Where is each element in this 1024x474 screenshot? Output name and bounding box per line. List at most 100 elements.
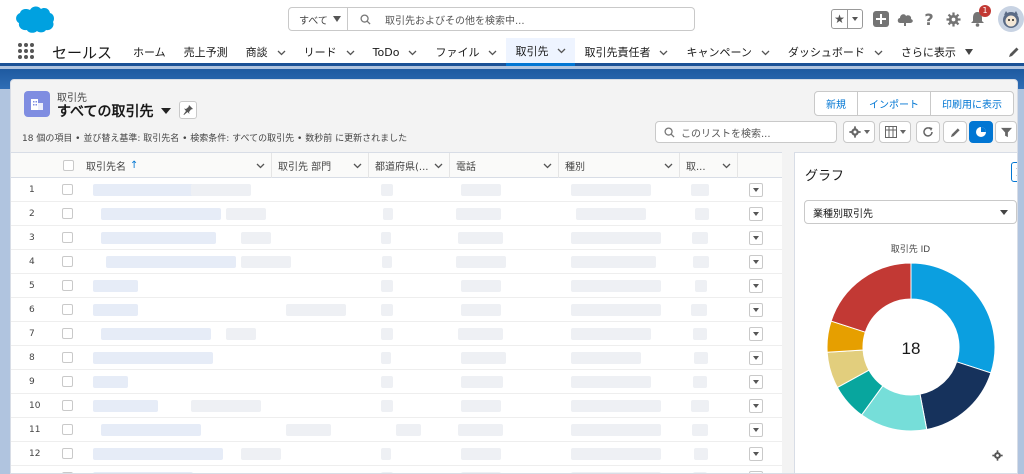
pencil-icon[interactable] [1008,46,1020,58]
row-checkbox[interactable] [56,400,80,411]
row-number: 3 [29,232,35,243]
table-row[interactable]: 4 [11,250,782,274]
donut-slice-0[interactable] [910,262,996,374]
import-button[interactable]: インポート [858,92,931,115]
row-actions-button[interactable] [749,399,763,413]
favorites-button[interactable]: ★ [831,9,863,29]
row-actions-button[interactable] [749,183,763,197]
user-avatar[interactable] [998,6,1024,32]
row-checkbox[interactable] [56,256,80,267]
column-label: 取引先名 [86,162,126,173]
nav-tab-9[interactable]: ダッシュボード [779,38,892,66]
row-checkbox[interactable] [56,448,80,459]
list-search-input[interactable]: このリストを検索... [655,121,837,143]
select-all-checkbox[interactable] [56,153,80,178]
row-checkbox[interactable] [56,184,80,195]
close-chart-button[interactable] [1011,162,1017,182]
table-row[interactable]: 2 [11,202,782,226]
row-checkbox[interactable] [56,208,80,219]
favorites-menu-button[interactable] [848,17,862,21]
table-row[interactable]: 13 [11,466,782,473]
global-search-input[interactable]: 取引先およびその他を検索中... [348,7,695,31]
table-row[interactable]: 11 [11,418,782,442]
donut-chart: 18 [826,262,996,432]
nav-tab-1[interactable]: 売上予測 [175,38,237,66]
refresh-button[interactable] [916,121,940,143]
list-controls-button[interactable] [843,121,875,143]
row-actions-button[interactable] [749,279,763,293]
table-row[interactable]: 9 [11,370,782,394]
row-number-header [11,153,56,178]
table-row[interactable]: 7 [11,322,782,346]
nav-tab-6[interactable]: 取引先 [506,38,576,66]
row-actions-button[interactable] [749,327,763,341]
gear-icon [848,126,861,138]
row-actions-button[interactable] [749,231,763,245]
nav-tab-3[interactable]: リード [295,38,364,66]
row-actions-button[interactable] [749,207,763,221]
column-header-prefecture[interactable]: 都道府県(... [369,153,450,178]
column-header-phone[interactable]: 電話 [450,153,559,178]
nav-tab-4[interactable]: ToDo [364,38,427,66]
column-header-account-name[interactable]: 取引先名 ↑ [80,153,272,178]
nav-tab-5[interactable]: ファイル [426,38,506,66]
filter-button[interactable] [995,121,1017,143]
row-actions-button[interactable] [749,375,763,389]
row-checkbox[interactable] [56,352,80,363]
row-actions-button[interactable] [749,303,763,317]
setup-button[interactable] [944,10,962,28]
row-actions-button[interactable] [749,423,763,437]
salesforce-logo[interactable] [12,4,56,34]
row-actions-button[interactable] [749,447,763,461]
chevron-down-icon [353,163,362,169]
nav-tab-label: ファイル [435,46,480,59]
obscured-cell [191,400,261,412]
accounts-table: 取引先名 ↑ 取引先 部門 都道府県(... 電話 種別 取... 1 2 3 … [11,152,782,473]
donut-slice-1[interactable] [919,361,992,431]
row-actions-button[interactable] [749,255,763,269]
pin-list-button[interactable] [179,101,197,119]
row-checkbox[interactable] [56,232,80,243]
nav-more-button[interactable]: さらに表示 [892,38,982,66]
column-header-owner[interactable]: 取... [680,153,738,178]
nav-tab-0[interactable]: ホーム [124,38,175,66]
row-checkbox[interactable] [56,304,80,315]
nav-tab-7[interactable]: 取引先責任者 [575,38,677,66]
row-checkbox[interactable] [56,376,80,387]
obscured-cell [695,280,707,292]
row-checkbox[interactable] [56,328,80,339]
nav-tab-2[interactable]: 商談 [237,38,295,66]
nav-tab-8[interactable]: キャンペーン [677,38,778,66]
table-row[interactable]: 12 [11,442,782,466]
obscured-cell [461,280,501,292]
display-as-button[interactable] [879,121,911,143]
row-actions-button[interactable] [749,351,763,365]
help-button[interactable]: ? [920,10,938,29]
column-header-division[interactable]: 取引先 部門 [272,153,369,178]
notifications-button[interactable]: 1 [968,5,991,28]
table-row[interactable]: 10 [11,394,782,418]
gear-icon[interactable] [992,450,1003,461]
trailhead-button[interactable] [896,10,914,28]
list-view-selector[interactable]: すべての取引先 [57,101,172,121]
nav-tab-label: キャンペーン [686,46,752,59]
inline-edit-button[interactable] [943,121,967,143]
table-row[interactable]: 3 [11,226,782,250]
chevron-down-icon [753,428,759,432]
column-header-type[interactable]: 種別 [559,153,680,178]
chart-select-value: 業種別取引先 [813,208,873,220]
table-row[interactable]: 8 [11,346,782,370]
chart-type-select[interactable]: 業種別取引先 [804,200,1017,224]
table-row[interactable]: 6 [11,298,782,322]
table-row[interactable]: 1 [11,178,782,202]
row-checkbox[interactable] [56,280,80,291]
new-button[interactable]: 新規 [815,92,858,115]
search-scope-select[interactable]: すべて [288,7,348,31]
chart-toggle-button[interactable] [969,121,993,143]
row-checkbox[interactable] [56,424,80,435]
global-actions-button[interactable] [872,10,890,28]
table-row[interactable]: 5 [11,274,782,298]
printable-view-button[interactable]: 印刷用に表示 [931,92,1013,115]
donut-slice-6[interactable] [830,262,912,333]
app-launcher-button[interactable] [18,43,34,59]
